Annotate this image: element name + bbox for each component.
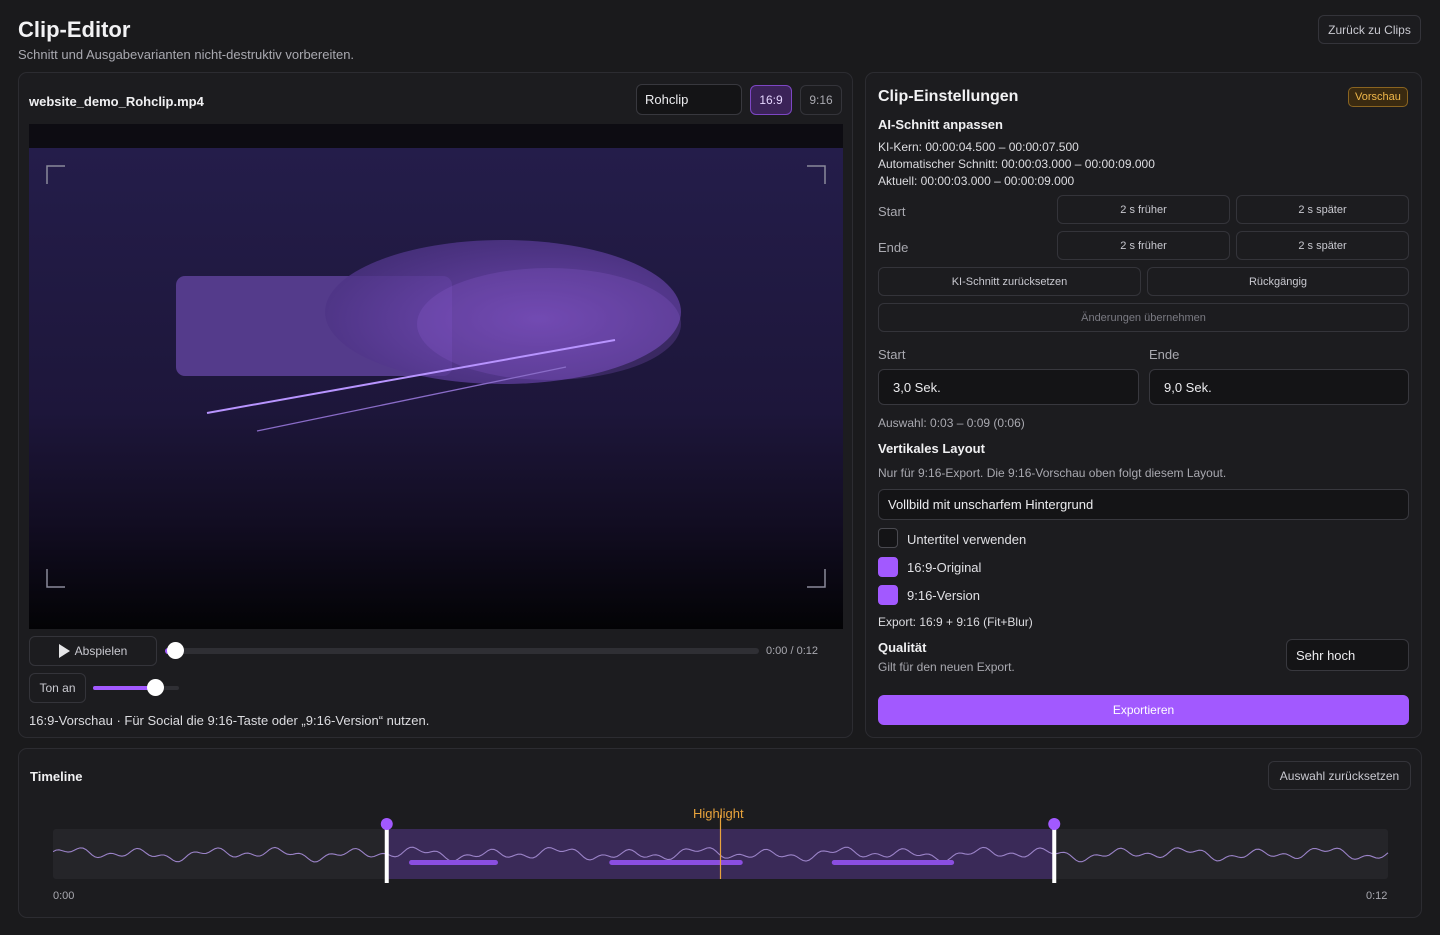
start-later-button[interactable]: 2 s später (1236, 195, 1409, 224)
start-earlier-button[interactable]: 2 s früher (1057, 195, 1230, 224)
start-field-label: Start (878, 347, 906, 362)
quality-info: Gilt für den neuen Export. (878, 660, 1015, 674)
play-button[interactable]: Abspielen (29, 636, 157, 666)
selection-summary: Auswahl: 0:03 – 0:09 (0:06) (878, 416, 1025, 430)
playback-scrubber[interactable] (165, 642, 759, 659)
time-display: 0:00 / 0:12 (766, 645, 818, 657)
video-frame-graphic (29, 124, 843, 629)
sound-toggle-button[interactable]: Ton an (29, 673, 86, 703)
undo-button[interactable]: Rückgängig (1147, 267, 1409, 296)
quality-heading: Qualität (878, 640, 927, 655)
page-title: Clip-Editor (18, 17, 131, 42)
ki-core-text: KI-Kern: 00:00:04.500 – 00:00:07.500 (878, 140, 1079, 154)
original-16-9-label: 16:9-Original (907, 560, 982, 575)
vertical-layout-heading: Vertikales Layout (878, 441, 985, 456)
apply-changes-button[interactable]: Änderungen übernehmen (878, 303, 1409, 332)
volume-level (93, 686, 155, 690)
original-16-9-checkbox[interactable] (878, 557, 898, 577)
preview-info-text: 16:9-Vorschau · Für Social die 9:16-Tast… (29, 713, 430, 728)
timeline-panel: Timeline Auswahl zurücksetzen Highlight … (18, 748, 1422, 918)
export-button[interactable]: Exportieren (878, 695, 1409, 725)
video-player[interactable] (29, 124, 843, 629)
ai-cut-heading: AI-Schnitt anpassen (878, 117, 1003, 132)
subtitles-label: Untertitel verwenden (907, 532, 1027, 547)
vertical-layout-info: Nur für 9:16-Export. Die 9:16-Vorschau o… (878, 466, 1227, 480)
highlight-segment[interactable] (831, 860, 955, 865)
aspect-9-16-button[interactable]: 9:16 (800, 85, 842, 115)
current-cut-text: Aktuell: 00:00:03.000 – 00:00:09.000 (878, 174, 1075, 188)
version-9-16-checkbox[interactable] (878, 585, 898, 605)
volume-handle[interactable] (146, 679, 164, 696)
vertical-layout-select[interactable]: Vollbild mit unscharfem Hintergrund (878, 489, 1409, 520)
end-field-label: Ende (1149, 347, 1180, 362)
end-time-input[interactable]: 9,0 Sek. (1149, 369, 1409, 405)
back-to-clips-button[interactable]: Zurück zu Clips (1318, 15, 1421, 44)
end-adjust-label: Ende (878, 240, 909, 255)
timeline-start-time: 0:00 (53, 890, 75, 902)
reset-selection-button[interactable]: Auswahl zurücksetzen (1268, 761, 1411, 790)
end-later-button[interactable]: 2 s später (1236, 231, 1409, 260)
play-button-label: Abspielen (74, 644, 128, 658)
start-time-input[interactable]: 3,0 Sek. (878, 369, 1139, 405)
timeline-track[interactable] (53, 815, 1389, 885)
video-filename: website_demo_Rohclip.mp4 (29, 94, 204, 109)
export-summary: Export: 16:9 + 9:16 (Fit+Blur) (878, 615, 1033, 629)
auto-cut-text: Automatischer Schnitt: 00:00:03.000 – 00… (878, 157, 1155, 171)
highlight-segment[interactable] (409, 860, 498, 865)
timeline-end-time: 0:12 (1366, 890, 1388, 902)
aspect-16-9-button[interactable]: 16:9 (750, 85, 792, 115)
volume-slider[interactable] (93, 679, 179, 696)
quality-select[interactable]: Sehr hoch (1286, 639, 1409, 671)
highlight-segment[interactable] (609, 860, 743, 865)
version-9-16-label: 9:16-Version (907, 588, 980, 603)
preview-badge: Vorschau (1348, 87, 1408, 107)
reset-ai-cut-button[interactable]: KI-Schnitt zurücksetzen (878, 267, 1141, 296)
settings-panel: Clip-Einstellungen Vorschau AI-Schnitt a… (865, 72, 1422, 738)
settings-title: Clip-Einstellungen (878, 88, 1019, 105)
play-icon (58, 644, 70, 658)
page-subtitle: Schnitt und Ausgabevarianten nicht-destr… (18, 47, 355, 62)
timeline-title: Timeline (30, 769, 83, 784)
end-earlier-button[interactable]: 2 s früher (1057, 231, 1230, 260)
playback-handle[interactable] (167, 642, 184, 659)
start-adjust-label: Start (878, 204, 906, 219)
preview-panel: website_demo_Rohclip.mp4 Rohclip 16:9 9:… (18, 72, 853, 738)
source-select[interactable]: Rohclip (636, 84, 742, 115)
subtitles-checkbox[interactable] (878, 528, 898, 548)
